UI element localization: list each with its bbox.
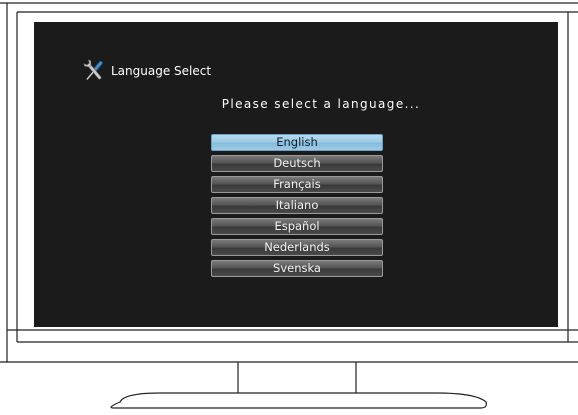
- language-option-nederlands[interactable]: Nederlands: [211, 239, 383, 256]
- wrench-screwdriver-icon: [80, 59, 108, 83]
- language-list: English Deutsch Français Italiano Españo…: [211, 134, 383, 281]
- language-option-svenska[interactable]: Svenska: [211, 260, 383, 277]
- dialog-title: Language Select: [111, 64, 212, 78]
- language-option-espanol[interactable]: Español: [211, 218, 383, 235]
- dialog-header: Language Select: [80, 58, 211, 84]
- language-prompt: Please select a language...: [221, 97, 421, 111]
- tv-screen: Language Select Please select a language…: [34, 22, 558, 327]
- tv-illustration: Language Select Please select a language…: [0, 0, 578, 415]
- language-option-francais[interactable]: Français: [211, 176, 383, 193]
- language-option-italiano[interactable]: Italiano: [211, 197, 383, 214]
- language-option-english[interactable]: English: [211, 134, 383, 151]
- language-option-deutsch[interactable]: Deutsch: [211, 155, 383, 172]
